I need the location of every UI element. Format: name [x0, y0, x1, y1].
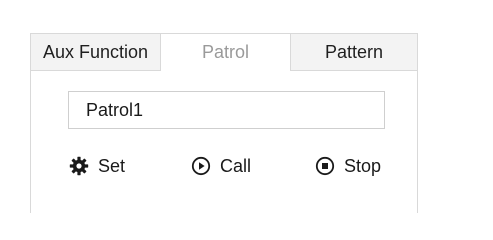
gear-icon [69, 156, 89, 176]
stop-label: Stop [344, 155, 382, 176]
tab-aux-function[interactable]: Aux Function [31, 34, 161, 71]
set-button[interactable]: Set [69, 152, 125, 180]
call-label: Call [220, 155, 252, 176]
action-bar: Set Call Stop [31, 152, 417, 180]
tab-patrol[interactable]: Patrol [161, 34, 290, 71]
ptz-control-panel: Aux Function Patrol Pattern Patrol1 Set … [30, 33, 418, 213]
stop-circle-icon [315, 156, 335, 176]
call-button[interactable]: Call [191, 152, 251, 180]
play-circle-icon [191, 156, 211, 176]
patrol-select-value: Patrol1 [86, 99, 144, 120]
tab-label: Aux Function [42, 41, 149, 62]
set-label: Set [98, 155, 126, 176]
patrol-select[interactable]: Patrol1 [68, 91, 385, 129]
stop-button[interactable]: Stop [315, 152, 381, 180]
tab-pattern[interactable]: Pattern [290, 34, 417, 71]
tab-label: Pattern [324, 41, 384, 62]
tab-label: Patrol [201, 42, 250, 62]
tab-bar: Aux Function Patrol Pattern [31, 34, 417, 71]
